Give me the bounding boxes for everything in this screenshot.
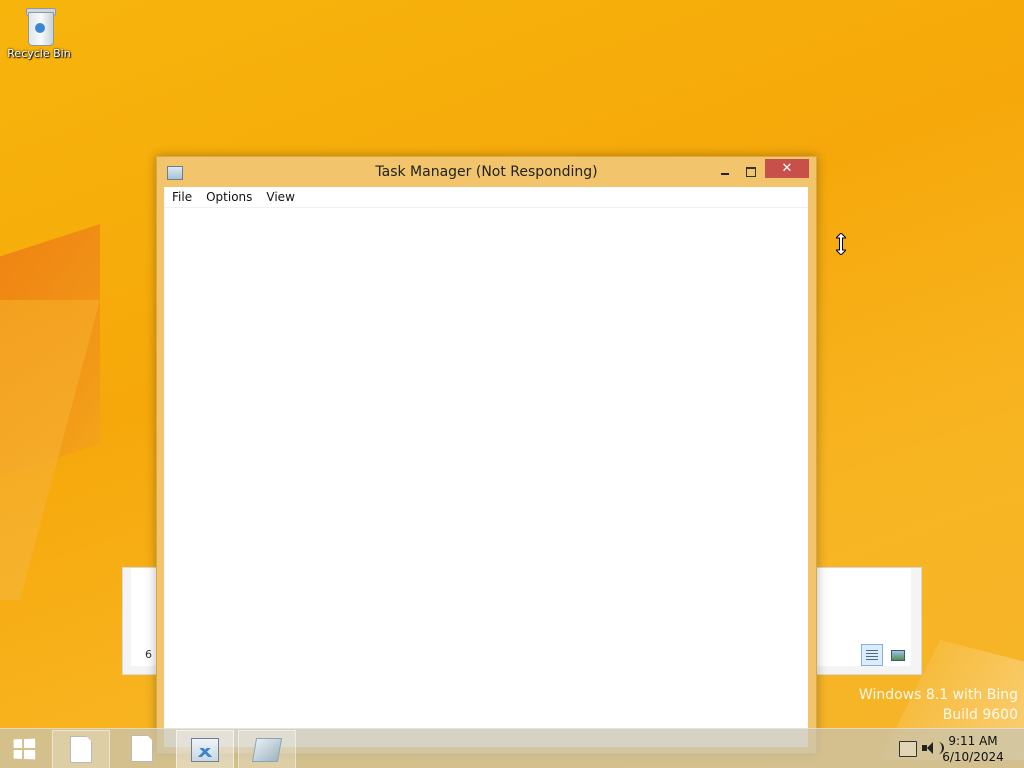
app-icon — [251, 737, 283, 762]
clock-time: 9:11 AM — [948, 734, 998, 748]
large-icons-view-button[interactable] — [887, 644, 909, 666]
taskbar-button-task-manager[interactable] — [176, 730, 234, 768]
taskbar-clock[interactable]: 9:11 AM 6/10/2024 — [938, 733, 1008, 765]
maximize-button[interactable] — [740, 163, 762, 181]
minimize-button[interactable] — [714, 163, 736, 181]
menu-bar: File Options View — [164, 187, 808, 208]
watermark-build: Build 9600 — [942, 707, 1018, 723]
clock-date: 6/10/2024 — [942, 750, 1004, 764]
details-view-button[interactable] — [861, 644, 883, 666]
network-icon[interactable] — [899, 741, 917, 757]
taskbar: 9:11 AM 6/10/2024 — [0, 728, 1024, 768]
start-button[interactable] — [8, 736, 40, 762]
menu-file[interactable]: File — [164, 187, 199, 207]
recycle-bin-label: Recycle Bin — [7, 47, 71, 60]
windows-build-watermark: Windows 8.1 with Bing Build 9600 — [859, 685, 1018, 725]
wallpaper-shape — [0, 300, 100, 600]
resize-cursor-icon — [836, 233, 846, 255]
menu-options[interactable]: Options — [199, 187, 259, 207]
windows-logo-icon — [13, 738, 36, 760]
desktop: Recycle Bin 6 i Windows 8.1 with Bing Bu… — [0, 0, 1024, 768]
watermark-edition: Windows 8.1 with Bing — [858, 687, 1018, 703]
taskbar-button-document-2[interactable] — [114, 730, 170, 767]
recycle-bin-icon — [22, 6, 56, 46]
large-icons-view-icon — [891, 649, 905, 661]
title-bar[interactable]: Task Manager (Not Responding) ✕ — [157, 157, 816, 187]
taskbar-button-app[interactable] — [238, 730, 296, 768]
document-icon — [70, 736, 92, 763]
maximize-icon — [746, 167, 756, 177]
document-icon — [131, 735, 153, 762]
task-manager-window[interactable]: Task Manager (Not Responding) ✕ File Opt… — [156, 156, 817, 754]
details-view-icon — [866, 650, 878, 660]
minimize-icon — [721, 173, 729, 175]
recycle-bin-shortcut[interactable]: Recycle Bin — [6, 6, 72, 60]
menu-view[interactable]: View — [259, 187, 301, 207]
close-button[interactable]: ✕ — [765, 159, 809, 178]
task-manager-icon — [191, 737, 219, 762]
window-client-area: File Options View — [164, 187, 808, 747]
taskbar-button-document[interactable] — [52, 730, 110, 768]
